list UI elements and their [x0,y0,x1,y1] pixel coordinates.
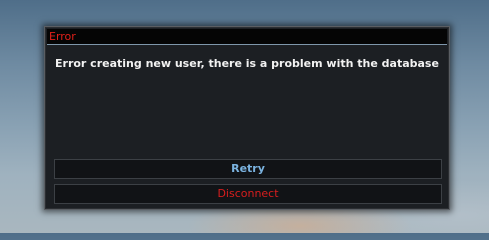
error-message: Error creating new user, there is a prob… [55,57,439,70]
dialog-title: Error [49,30,76,43]
dialog-title-bar[interactable]: Error [47,29,447,45]
disconnect-button[interactable]: Disconnect [54,184,442,204]
retry-button[interactable]: Retry [54,159,442,179]
error-dialog: Error Error creating new user, there is … [44,26,450,210]
